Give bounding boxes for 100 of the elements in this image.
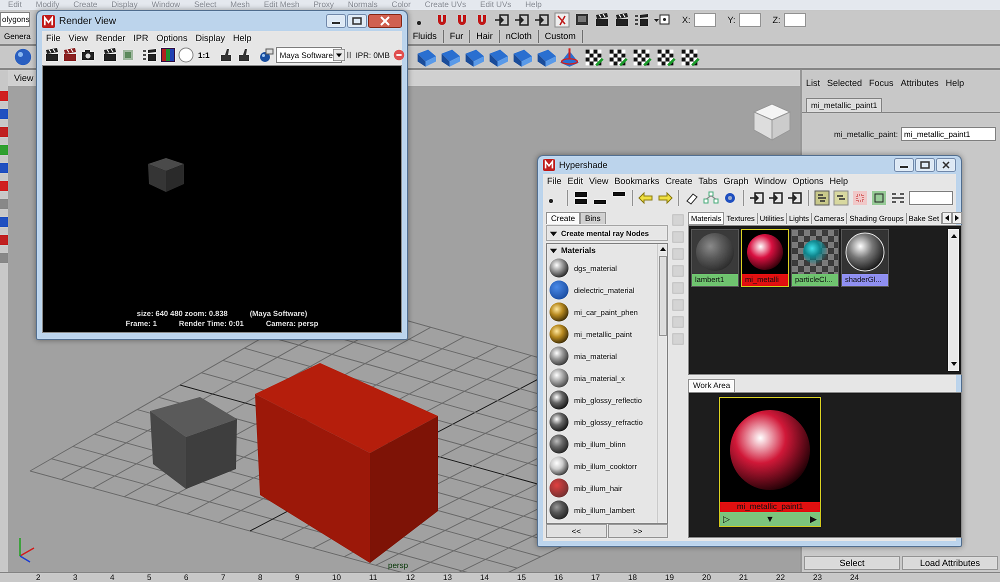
menu-item[interactable]: File (46, 33, 61, 43)
scrollbar-thumb[interactable] (658, 256, 666, 336)
menu-item[interactable]: Bookmarks (614, 176, 660, 186)
menu-item[interactable]: Selected (827, 78, 862, 88)
tool-icon[interactable] (0, 162, 8, 174)
tool-icon[interactable] (0, 108, 8, 120)
section-header[interactable]: Materials (561, 246, 596, 255)
tool-icon[interactable] (0, 234, 8, 246)
scroll-right-icon[interactable] (952, 212, 962, 224)
clapboard-icon[interactable] (614, 12, 630, 28)
polygon-plane-icon[interactable] (487, 46, 508, 68)
polygon-plane-icon[interactable] (463, 46, 484, 68)
pyramid-icon[interactable] (559, 46, 580, 68)
clapboard-icon[interactable] (102, 47, 118, 63)
checker-icon[interactable] (655, 46, 676, 68)
coordinate-field[interactable] (784, 12, 806, 26)
panel-tab[interactable]: Create (546, 212, 580, 224)
panel-tab[interactable]: Bins (580, 212, 606, 224)
search-field[interactable] (909, 191, 953, 205)
menu-item[interactable]: Graph (723, 176, 748, 186)
clapboard-icon[interactable] (634, 12, 650, 28)
layout-icon[interactable] (871, 190, 887, 206)
material-swatch-icon[interactable] (692, 230, 738, 274)
menu-item[interactable]: File (547, 176, 562, 186)
name-field[interactable]: mi_metallic_paint1 (901, 127, 996, 141)
tool-icon[interactable] (0, 216, 8, 228)
checker-icon[interactable] (679, 46, 700, 68)
box-arrow-icon[interactable] (514, 12, 530, 28)
menu-item[interactable]: View (68, 33, 88, 43)
triangle-icon[interactable] (549, 228, 558, 238)
coordinate-field[interactable] (694, 12, 716, 26)
menu-item[interactable]: Display (195, 33, 225, 43)
clapboard-icon[interactable] (142, 47, 158, 63)
menu-item[interactable]: Edit (568, 176, 584, 186)
nav-button[interactable]: >> (608, 524, 668, 538)
checker-icon[interactable] (583, 46, 604, 68)
box-arrow-icon[interactable] (494, 12, 510, 28)
scroll-left-icon[interactable] (942, 212, 952, 224)
work-area-tab[interactable]: Work Area (688, 379, 736, 392)
polygon-plane-icon[interactable] (439, 46, 460, 68)
layout-icon[interactable] (833, 190, 849, 206)
menu-item[interactable]: IPR (133, 33, 148, 43)
panel-button[interactable]: Select (804, 556, 900, 570)
clapboard-icon[interactable] (62, 47, 78, 63)
layout-icon[interactable] (814, 190, 830, 206)
zoom-button[interactable]: 1:1 (196, 50, 212, 60)
polygon-plane-icon[interactable] (511, 46, 532, 68)
triangle-icon[interactable] (549, 246, 558, 255)
menu-item[interactable]: Create (665, 176, 692, 186)
box-arrow-icon[interactable] (768, 190, 784, 206)
tool-icon[interactable] (0, 126, 8, 138)
node-tab[interactable]: mi_metallic_paint1 (806, 98, 882, 112)
layout-icon[interactable] (573, 190, 589, 206)
menu-item[interactable]: Help (946, 78, 964, 88)
menu-item[interactable]: Render (96, 33, 126, 43)
node-control[interactable]: ▶ (810, 513, 817, 525)
material-swatch-icon[interactable] (792, 230, 838, 274)
material-swatch-icon[interactable] (842, 230, 888, 274)
menu-item[interactable]: Tabs (698, 176, 718, 186)
box-arrow-icon[interactable] (534, 12, 550, 28)
node-control[interactable]: ▼ (766, 513, 774, 525)
box-arrow-icon[interactable] (749, 190, 765, 206)
shelf-tab[interactable]: nCloth (500, 30, 539, 43)
caret-icon[interactable] (332, 48, 345, 62)
renderer-dropdown[interactable]: Maya Software (276, 47, 342, 63)
color-square-icon[interactable] (160, 47, 176, 63)
polygon-plane-icon[interactable] (415, 46, 436, 68)
material-swatch-icon[interactable] (742, 230, 788, 274)
node-graph-icon[interactable] (703, 190, 719, 206)
coordinate-field[interactable] (738, 12, 761, 26)
right-arrow-icon[interactable] (657, 190, 673, 206)
clapboard-icon[interactable] (44, 47, 60, 63)
nav-button[interactable]: << (546, 524, 606, 538)
left-arrow-icon[interactable] (638, 190, 654, 206)
maximize-icon[interactable] (915, 158, 935, 172)
menu-item[interactable]: Options (156, 33, 188, 43)
tool-icon[interactable] (0, 180, 8, 192)
close-icon[interactable] (936, 158, 956, 172)
clapboard-icon[interactable] (594, 12, 610, 28)
dropdown-box-icon[interactable] (654, 12, 670, 28)
box-arrow-icon[interactable] (787, 190, 803, 206)
shelf-tab[interactable]: Fur (444, 30, 470, 43)
menu-item[interactable]: View (14, 73, 34, 83)
shelf-tab[interactable]: Custom (538, 30, 583, 43)
menu-item[interactable]: View (589, 176, 608, 186)
checker-icon[interactable] (607, 46, 628, 68)
shader-node[interactable]: mi_metallic_paint1 ▷ ▼ ▶ (719, 397, 821, 527)
shelf-tab[interactable]: Hair (470, 30, 500, 43)
menu-item[interactable]: Options (792, 176, 824, 186)
stop-icon[interactable] (392, 48, 406, 62)
sphere-icon[interactable] (13, 47, 33, 67)
menu-item[interactable]: Attributes (900, 78, 939, 88)
maximize-icon[interactable] (347, 14, 367, 28)
polygon-plane-icon[interactable] (535, 46, 556, 68)
shelf-tab[interactable]: Genera (3, 30, 32, 43)
minimize-icon[interactable] (326, 14, 346, 28)
menu-item[interactable]: Help (830, 176, 848, 186)
node-control[interactable]: ▷ (723, 513, 730, 525)
monitor-icon[interactable] (574, 12, 590, 28)
sphere-icon[interactable] (258, 47, 274, 63)
